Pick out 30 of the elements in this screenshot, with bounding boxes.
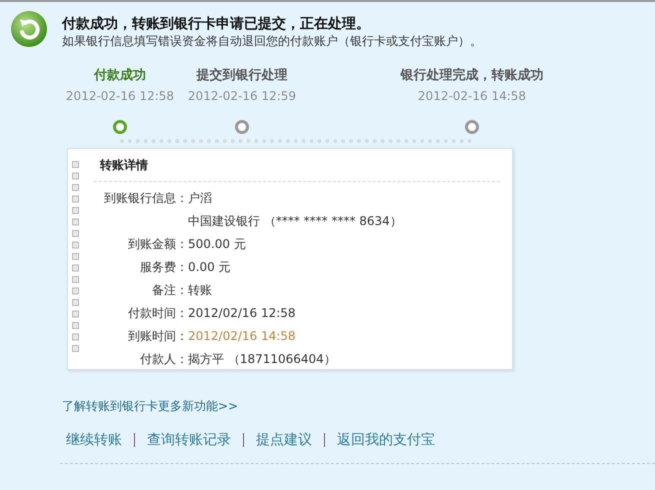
step-time: 2012-02-16 12:59 xyxy=(188,88,296,104)
status-title: 付款成功，转账到银行卡申请已提交，正在处理。 xyxy=(62,15,371,33)
action-link[interactable]: 返回我的支付宝 xyxy=(337,431,435,449)
field-value: 转账 xyxy=(188,282,213,298)
more-link[interactable]: 了解转账到银行卡更多新功能>> xyxy=(62,398,238,415)
field-label: 备注： xyxy=(151,282,188,298)
step-time: 2012-02-16 12:58 xyxy=(66,88,174,104)
field-label: 付款时间： xyxy=(127,305,188,321)
field-value: 揭方平 （18711066404） xyxy=(188,351,337,367)
step-label: 提交到银行处理 xyxy=(196,67,288,85)
field-value: 户滔 xyxy=(188,190,213,206)
field-value: 0.00 元 xyxy=(188,259,232,275)
field-value: 500.00 元 xyxy=(188,236,247,252)
action-link[interactable]: 提点建议 xyxy=(256,431,312,449)
field-value: 2012/02/16 12:58 xyxy=(188,305,297,321)
field-value: 中国建设银行 （**** **** **** 8634） xyxy=(188,213,403,229)
field-value: 2012/02/16 14:58 xyxy=(188,328,297,344)
step-time: 2012-02-16 14:58 xyxy=(418,88,526,104)
field-label: 服务费： xyxy=(139,259,188,275)
status-note: 如果银行信息填写错误资金将自动退回您的付款账户（银行卡或支付宝账户）。 xyxy=(62,33,482,49)
action-link[interactable]: 继续转账 xyxy=(66,431,122,449)
action-link[interactable]: 查询转账记录 xyxy=(147,431,231,449)
card-title: 转账详情 xyxy=(94,157,500,182)
field-label: 到账银行信息： xyxy=(103,190,188,206)
step-label: 付款成功 xyxy=(94,67,146,85)
field-label: 付款人： xyxy=(139,351,188,367)
step-label: 银行处理完成，转账成功 xyxy=(400,67,544,85)
refresh-icon xyxy=(10,10,48,48)
field-label: 到账时间： xyxy=(127,328,188,344)
field-label: 到账金额： xyxy=(127,236,188,252)
